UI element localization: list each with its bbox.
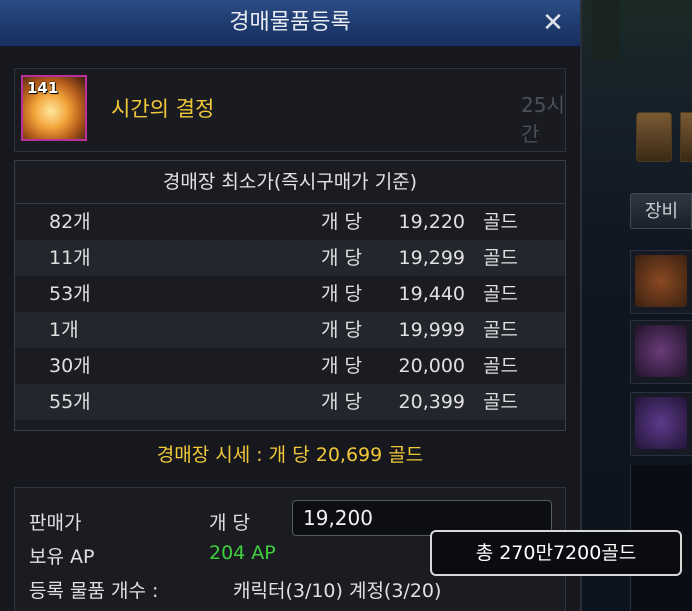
- register-count-label: 등록 물품 개수 :: [29, 580, 159, 602]
- register-count-value: 캐릭터(3/10) 계정(3/20): [233, 580, 442, 602]
- listing-price: 19,999: [398, 319, 465, 341]
- background-inventory-slot[interactable]: [630, 320, 692, 384]
- item-quantity-badge: 141: [27, 79, 59, 97]
- background-tab-equipment[interactable]: 장비: [630, 193, 692, 229]
- background-item-thumb: [635, 325, 687, 377]
- lowest-price-table: 경매장 최소가(즉시구매가 기준) 82개 개 당 19,220 골드 11개 개 당 19…: [14, 160, 566, 431]
- per-unit-label: 개 당: [321, 247, 362, 269]
- currency-label: 골드: [483, 391, 518, 413]
- listing-count: 53개: [49, 283, 91, 305]
- per-unit-label: 개 당: [321, 319, 362, 341]
- table-row: 1개 개 당 19,999 골드: [15, 312, 565, 348]
- item-name: 시간의 결정: [111, 97, 215, 121]
- table-row: 82개 개 당 19,220 골드: [15, 204, 565, 240]
- table-row: 53개 개 당 19,440 골드: [15, 276, 565, 312]
- ap-label: 보유 AP: [29, 546, 95, 568]
- ap-value: 204 AP: [209, 542, 276, 564]
- auction-duration: 25시간: [521, 93, 565, 146]
- background-game-ui: 장비: [582, 0, 692, 611]
- auction-register-window: 경매물품등록 ✕ 141 시간의 결정 25시간 경매장 최소가(즉시구매가 기…: [0, 0, 582, 611]
- close-icon[interactable]: ✕: [538, 8, 568, 38]
- per-unit-label: 개 당: [321, 211, 362, 233]
- window-title: 경매물품등록: [229, 10, 351, 35]
- background-emblem-button[interactable]: [636, 112, 672, 162]
- listing-count: 11개: [49, 247, 91, 269]
- listing-price: 19,440: [398, 283, 465, 305]
- item-info-panel: 141 시간의 결정 25시간: [14, 68, 566, 152]
- table-row: 55개 개 당 20,399 골드: [15, 384, 565, 420]
- listing-price: 19,299: [398, 247, 465, 269]
- total-price-tooltip: 총 270만7200골드: [430, 530, 682, 576]
- background-inventory-slot[interactable]: [630, 250, 692, 314]
- listing-price: 19,220: [398, 211, 465, 233]
- background-inventory-slot[interactable]: [630, 392, 692, 456]
- per-unit-label: 개 당: [321, 283, 362, 305]
- table-row: 11개 개 당 19,299 골드: [15, 240, 565, 276]
- listing-price: 20,000: [398, 355, 465, 377]
- table-header: 경매장 최소가(즉시구매가 기준): [15, 161, 565, 204]
- listing-count: 55개: [49, 391, 91, 413]
- background-item-thumb: [635, 255, 687, 307]
- sell-price-label: 판매가: [29, 512, 82, 534]
- title-bar[interactable]: 경매물품등록 ✕: [0, 0, 580, 47]
- listing-count: 30개: [49, 355, 91, 377]
- background-item-thumb: [635, 397, 687, 449]
- listing-count: 1개: [49, 319, 79, 341]
- currency-label: 골드: [483, 211, 518, 233]
- currency-label: 골드: [483, 355, 518, 377]
- currency-label: 골드: [483, 247, 518, 269]
- market-price-text: 경매장 시세 : 개 당 20,699 골드: [156, 444, 424, 466]
- listing-price: 20,399: [398, 391, 465, 413]
- background-emblem-button-2[interactable]: [680, 112, 692, 162]
- crystal-of-time-icon[interactable]: 141: [21, 75, 87, 141]
- per-unit-label: 개 당: [321, 391, 362, 413]
- table-row: 30개 개 당 20,000 골드: [15, 348, 565, 384]
- currency-label: 골드: [483, 319, 518, 341]
- sell-unit-label: 개 당: [209, 512, 250, 534]
- currency-label: 골드: [483, 283, 518, 305]
- per-unit-label: 개 당: [321, 355, 362, 377]
- background-scroll-strip: [592, 0, 620, 60]
- listing-count: 82개: [49, 211, 91, 233]
